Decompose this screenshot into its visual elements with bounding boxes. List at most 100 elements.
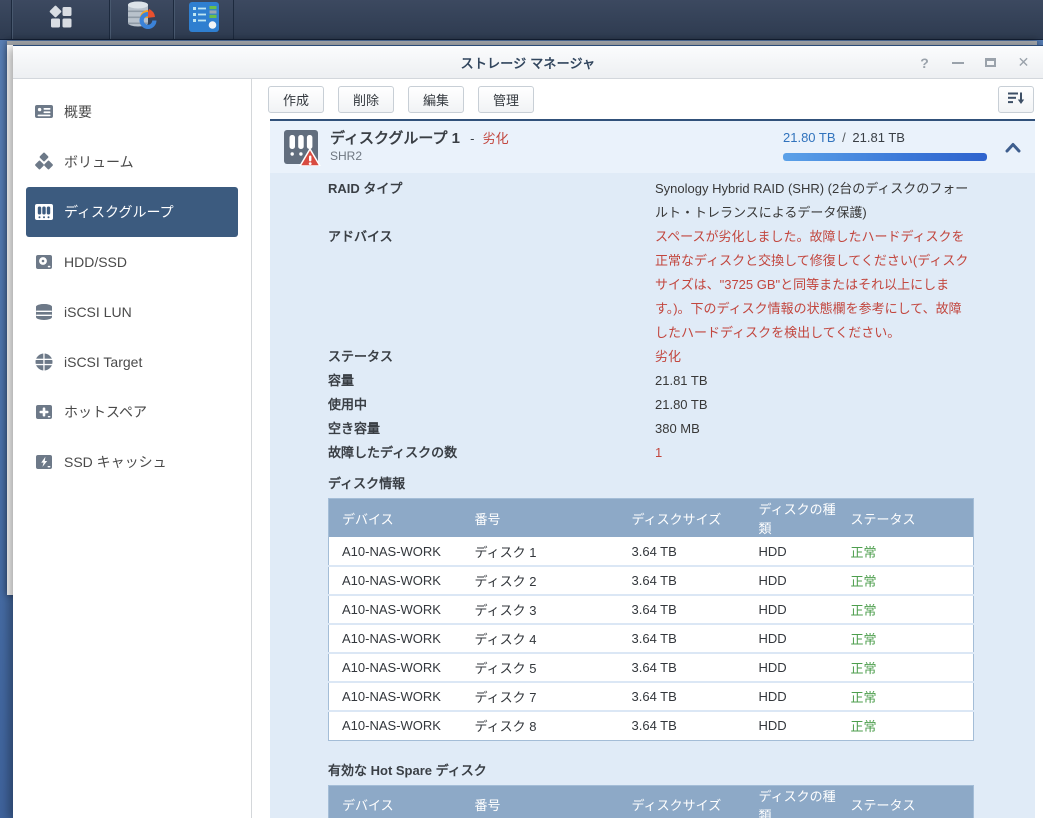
table-cell: A10-NAS-WORK [329,711,462,740]
table-row[interactable]: A10-NAS-WORKディスク 23.64 TBHDD正常 [329,566,974,595]
sidebar-item-label: ホットスペア [64,402,147,422]
table-cell: HDD [746,682,838,711]
hot-spare-icon [33,401,55,423]
table-cell: 3.64 TB [619,595,746,624]
sidebar-item-disk-group[interactable]: ディスクグループ [26,187,238,237]
sidebar-item-hdd-ssd[interactable]: HDD/SSD [26,237,238,287]
table-row[interactable]: A10-NAS-WORKディスク 43.64 TBHDD正常 [329,624,974,653]
disk-info-table: デバイス番号ディスクサイズディスクの種類ステータスA10-NAS-WORKディス… [328,498,974,741]
column-header: ステータス [838,785,974,818]
detail-label: RAID タイプ [328,177,655,225]
table-cell: HDD [746,711,838,740]
detail-label: ステータス [328,345,655,369]
table-cell: 3.64 TB [619,653,746,682]
chevron-up-icon[interactable] [1005,140,1021,158]
table-header-row: デバイス番号ディスクサイズディスクの種類ステータス [329,499,974,538]
collapse-all-button[interactable] [998,86,1034,113]
help-icon: ? [920,55,929,71]
usage-used-value: 21.80 TB [783,130,836,145]
table-cell: HDD [746,566,838,595]
maximize-icon [985,58,996,67]
table-row[interactable]: A10-NAS-WORKディスク 13.64 TBHDD正常 [329,537,974,566]
table-row[interactable]: A10-NAS-WORKディスク 83.64 TBHDD正常 [329,711,974,740]
help-button[interactable]: ? [915,53,934,72]
table-cell: 3.64 TB [619,624,746,653]
column-header: ステータス [838,499,974,538]
storage-manager-window: ストレージ マネージャ ? ✕ 概要ボリュームディスクグループ HDD/SSD iSC… [13,45,1043,818]
taskbar-item-storage-manager[interactable] [110,0,174,39]
table-row[interactable]: A10-NAS-WORKディスク 73.64 TBHDD正常 [329,682,974,711]
detail-value: 劣化 [655,345,973,369]
detail-value: 21.80 TB [655,393,973,417]
iscsi-target-icon [33,351,55,373]
edit-button[interactable]: 編集 [408,86,464,113]
table-cell: ディスク 4 [462,624,619,653]
column-header: ディスクサイズ [619,785,746,818]
column-header: 番号 [462,785,619,818]
detail-label: 使用中 [328,393,655,417]
resource-monitor-icon [187,1,221,38]
sidebar-item-label: ディスクグループ [64,202,174,222]
table-cell: A10-NAS-WORK [329,624,462,653]
disk-status-cell: 正常 [838,595,974,624]
column-header: ディスクの種類 [746,785,838,818]
titlebar[interactable]: ストレージ マネージャ ? ✕ [13,46,1043,79]
table-cell: ディスク 7 [462,682,619,711]
create-button[interactable]: 作成 [268,86,324,113]
detail-value: 21.81 TB [655,369,973,393]
hdd-ssd-icon [33,251,55,273]
table-cell: 3.64 TB [619,711,746,740]
taskbar-item-main-menu[interactable] [12,0,110,39]
usage-summary: 21.80 TB / 21.81 TB [783,130,987,161]
sidebar-item-ssd-cache[interactable]: SSD キャッシュ [26,437,238,487]
detail-value: Synology Hybrid RAID (SHR) (2台のディスクのフォール… [655,177,973,225]
disk-status-cell: 正常 [838,711,974,740]
detail-row: 空き容量380 MB [328,417,973,441]
iscsi-lun-icon [33,301,55,323]
hot-spare-table: デバイス番号ディスクサイズディスクの種類ステータス予備のディスクがありません。 [328,785,974,818]
hot-spare-heading: 有効な Hot Spare ディスク [328,762,973,779]
sidebar-item-volume[interactable]: ボリューム [26,137,238,187]
manage-button[interactable]: 管理 [478,86,534,113]
column-header: 番号 [462,499,619,538]
detail-label: 容量 [328,369,655,393]
title-status-separator: - [470,131,474,146]
storage-manager-icon [124,0,160,39]
disk-status-cell: 正常 [838,682,974,711]
delete-button[interactable]: 削除 [338,86,394,113]
column-header: ディスクサイズ [619,499,746,538]
table-cell: HDD [746,653,838,682]
table-row[interactable]: A10-NAS-WORKディスク 33.64 TBHDD正常 [329,595,974,624]
disk-group-icon [33,201,55,223]
minimize-button[interactable] [948,53,967,72]
maximize-button[interactable] [981,53,1000,72]
sidebar: 概要ボリュームディスクグループ HDD/SSD iSCSI LUN iSCSI Tar… [13,79,252,818]
sidebar-item-overview[interactable]: 概要 [26,87,238,137]
disk-info-heading: ディスク情報 [328,475,973,492]
sidebar-item-hot-spare[interactable]: ホットスペア [26,387,238,437]
disk-status-cell: 正常 [838,566,974,595]
sidebar-item-label: SSD キャッシュ [64,452,167,472]
usage-total-value: 21.81 TB [852,130,905,145]
sidebar-item-label: HDD/SSD [64,254,127,270]
disk-group-header[interactable]: ディスクグループ 1 - 劣化 SHR2 21.80 TB / 21.81 TB [270,121,1035,173]
detail-label: アドバイス [328,225,655,345]
window-title: ストレージ マネージャ [461,53,596,72]
close-button[interactable]: ✕ [1014,53,1033,72]
disk-group-panel: ディスクグループ 1 - 劣化 SHR2 21.80 TB / 21.81 TB [270,119,1035,818]
table-cell: 3.64 TB [619,566,746,595]
table-row[interactable]: A10-NAS-WORKディスク 53.64 TBHDD正常 [329,653,974,682]
taskbar-item-resource-monitor[interactable] [174,0,234,39]
usage-separator: / [842,130,846,145]
detail-row: 故障したディスクの数1 [328,441,973,465]
sidebar-item-iscsi-target[interactable]: iSCSI Target [26,337,238,387]
detail-value: 380 MB [655,417,973,441]
sidebar-item-label: ボリューム [64,152,134,172]
disk-status-cell: 正常 [838,537,974,566]
table-cell: HDD [746,537,838,566]
sidebar-item-label: iSCSI Target [64,354,142,370]
table-cell: 3.64 TB [619,537,746,566]
sidebar-item-iscsi-lun[interactable]: iSCSI LUN [26,287,238,337]
usage-bar [783,153,987,161]
detail-label: 空き容量 [328,417,655,441]
